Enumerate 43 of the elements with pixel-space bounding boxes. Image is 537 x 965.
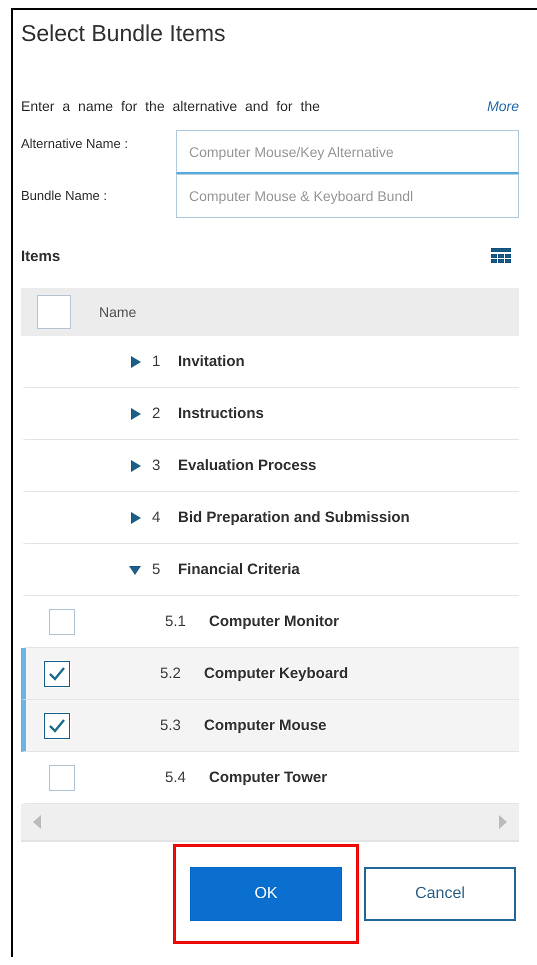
item-name: Invitation [178,353,245,370]
caret-right-icon[interactable] [128,510,142,524]
text-field[interactable]: Computer Mouse & Keyboard Bundl [176,174,519,218]
item-number: 5.1 [165,613,187,630]
section-title: Items [21,248,60,264]
field-label: Alternative Name : [21,135,129,153]
item-number: 5 [152,561,162,578]
item-number: 3 [152,457,162,474]
item-name: Computer Tower [209,769,328,786]
item-name: Computer Monitor [209,613,339,630]
caret-right-icon[interactable] [128,458,142,472]
item-number: 5.3 [160,717,182,734]
item-name: Evaluation Process [178,457,316,474]
dialog-title: Select Bundle Items [21,20,227,48]
item-number: 5.4 [165,769,187,786]
caret-right-icon[interactable] [128,406,142,420]
caret-right-icon[interactable] [128,354,142,368]
item-number: 2 [152,405,162,422]
checkmark-icon [49,718,65,732]
item-name: Financial Criteria [178,561,300,578]
item-name: Bid Preparation and Submission [178,509,410,526]
column-header: Name [99,304,136,320]
checkbox[interactable] [44,660,70,686]
text-field[interactable]: Computer Mouse/Key Alternative [176,130,519,174]
checkbox[interactable] [44,712,70,738]
description-text: Enter a name for the alternative and for the [21,98,320,114]
item-name: Computer Keyboard [204,665,348,682]
item-name: Instructions [178,405,264,422]
select-all-checkbox[interactable] [37,295,71,329]
item-number: 5.2 [160,665,182,682]
item-row[interactable]: 5.3 Computer Mouse [21,700,519,752]
more-link[interactable]: More [487,98,519,114]
item-number: 4 [152,509,162,526]
ok-button[interactable]: OK [190,867,342,921]
checkbox[interactable] [49,608,75,634]
table-settings-icon[interactable] [491,248,511,264]
cancel-button[interactable]: Cancel [364,867,516,921]
checkbox[interactable] [49,764,75,790]
field-label: Bundle Name : [21,187,108,205]
item-row[interactable]: 5.2 Computer Keyboard [21,648,519,700]
item-number: 1 [152,353,162,370]
checkmark-icon [49,666,65,680]
item-name: Computer Mouse [204,717,327,734]
